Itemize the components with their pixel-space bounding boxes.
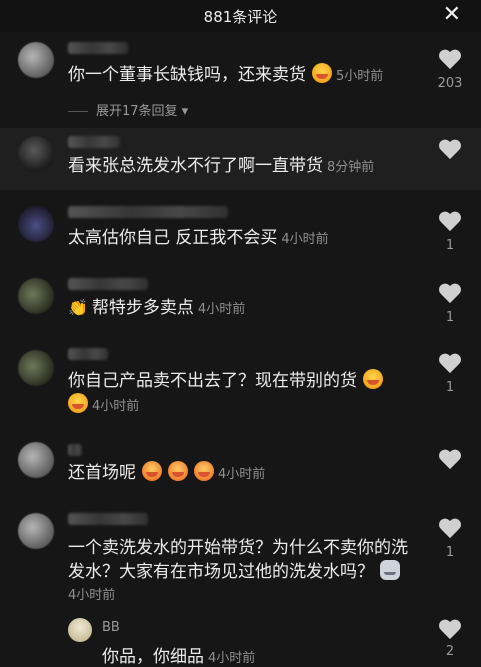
chevron-down-icon: ▾ xyxy=(177,104,189,119)
expand-label: 展开17条回复 xyxy=(96,104,178,119)
avatar[interactable] xyxy=(18,350,54,386)
comment-text-body: 太高估你自己 反正我不会买 xyxy=(68,228,278,248)
like-button[interactable]: 203 xyxy=(437,50,463,91)
like-count: 1 xyxy=(445,310,455,325)
comment-text-body: 还首场呢 xyxy=(68,463,136,483)
comment-text: 太高估你自己 反正我不会买 4小时前 xyxy=(68,225,329,253)
avatar[interactable] xyxy=(18,42,54,78)
comment-time: 8分钟前 xyxy=(327,160,375,175)
comment-text-body: 帮特步多卖点 xyxy=(91,298,194,318)
avatar[interactable] xyxy=(18,206,54,242)
heart-icon xyxy=(439,50,461,70)
expand-replies-link[interactable]: 展开17条回复 ▾ xyxy=(68,100,188,119)
comment-text-body: 你一个董事长缺钱吗，还来卖货 xyxy=(68,65,306,85)
comment-text: 看来张总洗发水不行了啊一直带货 8分钟前 xyxy=(68,153,374,181)
avatar[interactable] xyxy=(18,136,54,172)
comment-text: 还首场呢 4小时前 xyxy=(68,460,265,488)
comment-time: 5小时前 xyxy=(336,69,384,84)
reply-text: 你品，你细品 4小时前 xyxy=(102,642,255,667)
comment-text-body: 看来张总洗发水不行了啊一直带货 xyxy=(68,156,323,176)
divider-line xyxy=(68,111,88,112)
comment-text-body: 你自己产品卖不出去了？现在带别的货 xyxy=(68,371,357,391)
laughing-emoji-icon xyxy=(312,63,332,83)
comment-text-body: 一个卖洗发水的开始带货？为什么不卖你的洗 xyxy=(68,538,408,558)
rage-emoji-icon xyxy=(194,461,214,481)
laughing-emoji-icon xyxy=(68,393,88,413)
comment-time: 4小时前 xyxy=(218,467,266,482)
like-button[interactable]: 1 xyxy=(437,519,463,560)
avatar[interactable] xyxy=(18,442,54,478)
username-blurred[interactable] xyxy=(68,513,148,525)
comment-text-body: 发水？大家有在市场见过他的洗发水吗？ xyxy=(68,562,374,582)
avatar[interactable] xyxy=(18,278,54,314)
laughing-emoji-icon xyxy=(363,369,383,389)
heart-icon xyxy=(439,212,461,232)
like-count: 1 xyxy=(445,238,455,253)
like-count: 1 xyxy=(445,545,455,560)
like-count: 1 xyxy=(445,380,455,395)
comment-text: 👏 帮特步多卖点 4小时前 xyxy=(68,295,245,323)
heart-icon xyxy=(439,140,461,160)
comment-text-line2: 发水？大家有在市场见过他的洗发水吗？ xyxy=(68,559,400,585)
reply-time: 4小时前 xyxy=(208,651,256,666)
username-blurred[interactable] xyxy=(68,206,228,218)
like-count: 2 xyxy=(445,644,455,659)
avatar[interactable] xyxy=(68,618,92,642)
like-button[interactable]: 1 xyxy=(437,354,463,395)
like-button[interactable]: 1 xyxy=(437,284,463,325)
heart-icon xyxy=(439,519,461,539)
comment-count-title: 881条评论 xyxy=(203,8,278,26)
close-icon[interactable]: ✕ xyxy=(443,2,461,28)
comments-header: 881条评论 ✕ xyxy=(0,0,481,32)
comment-text: 一个卖洗发水的开始带货？为什么不卖你的洗 xyxy=(68,535,408,561)
reply-username[interactable]: BB xyxy=(102,620,120,635)
comment-time: 4小时前 xyxy=(68,588,116,603)
comment-time: 4小时前 xyxy=(281,232,329,247)
comment-text-line2: 4小时前 xyxy=(68,392,139,420)
heart-icon xyxy=(439,354,461,374)
username-blurred[interactable] xyxy=(68,444,82,456)
rage-emoji-icon xyxy=(142,461,162,481)
like-button[interactable]: 2 xyxy=(437,620,463,659)
heart-icon xyxy=(439,284,461,304)
username-blurred[interactable] xyxy=(68,278,148,290)
comment-time-row: 4小时前 xyxy=(68,583,115,609)
comment-time: 4小时前 xyxy=(197,302,246,317)
clapping-hands-icon: 👏 xyxy=(68,298,88,317)
heart-icon xyxy=(439,450,461,470)
cat-emoji-icon xyxy=(380,560,400,580)
comment-time: 4小时前 xyxy=(92,399,140,414)
like-button[interactable] xyxy=(437,140,463,160)
username-blurred[interactable] xyxy=(68,348,108,360)
like-button[interactable]: 1 xyxy=(437,212,463,253)
avatar[interactable] xyxy=(18,513,54,549)
username-blurred[interactable] xyxy=(68,136,120,148)
comment-text: 你自己产品卖不出去了？现在带别的货 xyxy=(68,368,383,394)
rage-emoji-icon xyxy=(168,461,188,481)
username-blurred[interactable] xyxy=(68,42,128,54)
like-count: 203 xyxy=(437,76,463,91)
reply-text-body: 你品，你细品 xyxy=(102,647,204,667)
comment-text: 你一个董事长缺钱吗，还来卖货 5小时前 xyxy=(68,62,383,90)
heart-icon xyxy=(439,620,461,640)
like-button[interactable] xyxy=(437,450,463,470)
